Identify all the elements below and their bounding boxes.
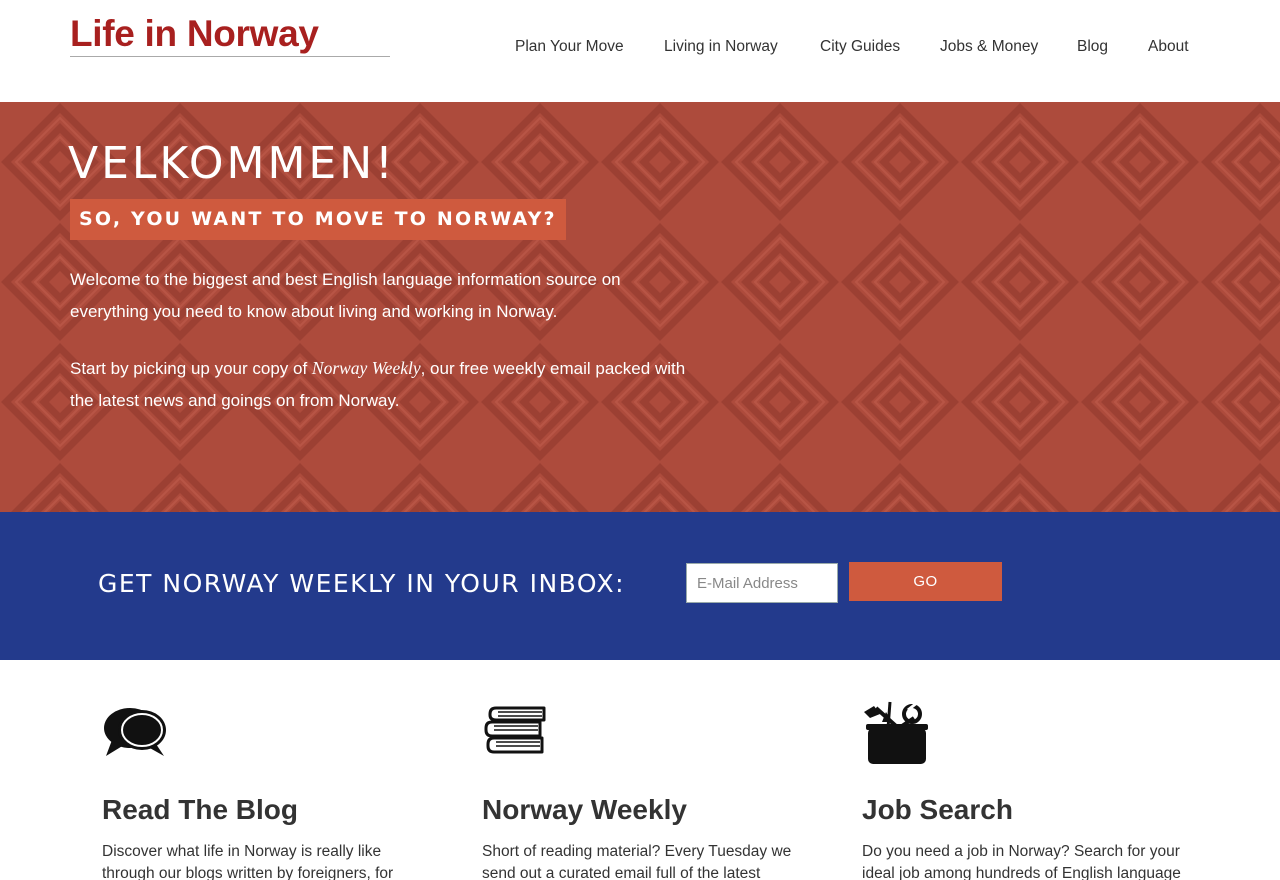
hero-section: VELKOMMEN! SO, YOU WANT TO MOVE TO NORWA…: [0, 102, 1280, 512]
hero-cta-text-start: Start by picking up your copy of: [70, 359, 312, 378]
nav-item-jobs-money[interactable]: Jobs & Money: [940, 38, 1038, 56]
nav-item-plan-your-move[interactable]: Plan Your Move: [515, 38, 624, 56]
nav-item-blog[interactable]: Blog: [1077, 38, 1108, 56]
newsletter-band: GET NORWAY WEEKLY IN YOUR INBOX: GO: [0, 512, 1280, 660]
feature-weekly-text: Short of reading material? Every Tuesday…: [482, 843, 792, 880]
feature-jobs-title[interactable]: Job Search: [862, 794, 1013, 826]
toolbox-icon[interactable]: [862, 700, 928, 766]
nav-item-living-in-norway[interactable]: Living in Norway: [664, 38, 778, 56]
hero-cta-text: Start by picking up your copy of Norway …: [70, 352, 690, 417]
feature-jobs-text: Do you need a job in Norway? Search for …: [862, 843, 1181, 880]
books-icon[interactable]: [482, 700, 548, 766]
feature-blog-text: Discover what life in Norway is really l…: [102, 843, 394, 880]
speech-bubbles-icon[interactable]: [102, 700, 168, 766]
feature-blog-title[interactable]: Read The Blog: [102, 794, 298, 826]
nav-item-about[interactable]: About: [1148, 38, 1189, 56]
norway-weekly-emphasis: Norway Weekly: [311, 358, 421, 378]
hero-tagline: SO, YOU WANT TO MOVE TO NORWAY?: [70, 199, 566, 240]
feature-weekly-title[interactable]: Norway Weekly: [482, 794, 687, 826]
email-input[interactable]: [686, 563, 838, 603]
newsletter-title: GET NORWAY WEEKLY IN YOUR INBOX:: [98, 569, 626, 598]
site-logo[interactable]: Life in Norway: [70, 12, 390, 57]
hero-intro-text: Welcome to the biggest and best English …: [70, 270, 621, 321]
nav-item-city-guides[interactable]: City Guides: [820, 38, 900, 56]
site-header: Life in Norway Plan Your Move Living in …: [0, 0, 1280, 102]
hero-title: VELKOMMEN!: [68, 138, 396, 189]
subscribe-button[interactable]: GO: [849, 562, 1002, 601]
